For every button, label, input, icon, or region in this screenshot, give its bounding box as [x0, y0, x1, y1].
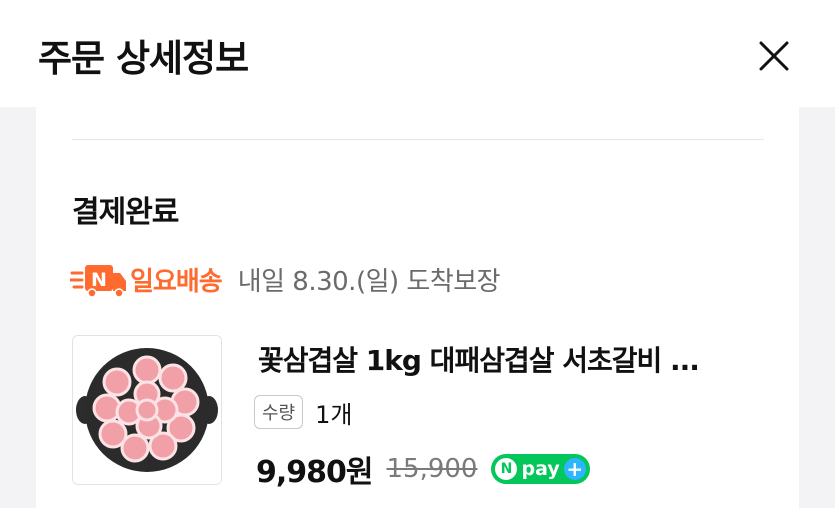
plus-icon: +	[563, 458, 586, 480]
delivery-date: 내일 8.30.(일) 도착보장	[237, 266, 501, 297]
npay-n-icon: N	[495, 458, 518, 480]
product-name[interactable]: 꽃삼겹살 1kg 대패삼겹살 서초갈비 ...	[258, 339, 778, 379]
close-icon	[759, 41, 789, 71]
truck-n-icon: N	[70, 265, 126, 298]
order-status: 결제완료	[72, 195, 179, 230]
divider	[72, 139, 764, 140]
delivery-label: 일요배송	[130, 266, 223, 297]
close-button[interactable]	[752, 34, 796, 78]
page-title: 주문 상세정보	[38, 37, 249, 80]
order-card: 결제완료 N 일요배송 내일 8.30.(일) 도착보장 꽃삼겹살 1kg 대패…	[36, 107, 799, 508]
price-row: 9,980원 15,900 N pay +	[256, 447, 590, 491]
quantity-row: 수량 1개	[254, 393, 352, 431]
sale-price: 9,980원	[256, 455, 373, 490]
npay-plus-badge: N pay +	[491, 454, 590, 484]
delivery-info: N 일요배송 내일 8.30.(일) 도착보장	[70, 257, 501, 301]
quantity-value: 1개	[315, 400, 353, 429]
quantity-badge: 수량	[254, 395, 304, 429]
svg-text:N: N	[91, 269, 107, 291]
pork-belly-product-image-icon	[73, 336, 221, 484]
npay-label: pay	[521, 458, 560, 480]
header-bar: 주문 상세정보	[0, 0, 835, 107]
product-image[interactable]	[72, 335, 222, 485]
original-price: 15,900	[386, 454, 478, 484]
